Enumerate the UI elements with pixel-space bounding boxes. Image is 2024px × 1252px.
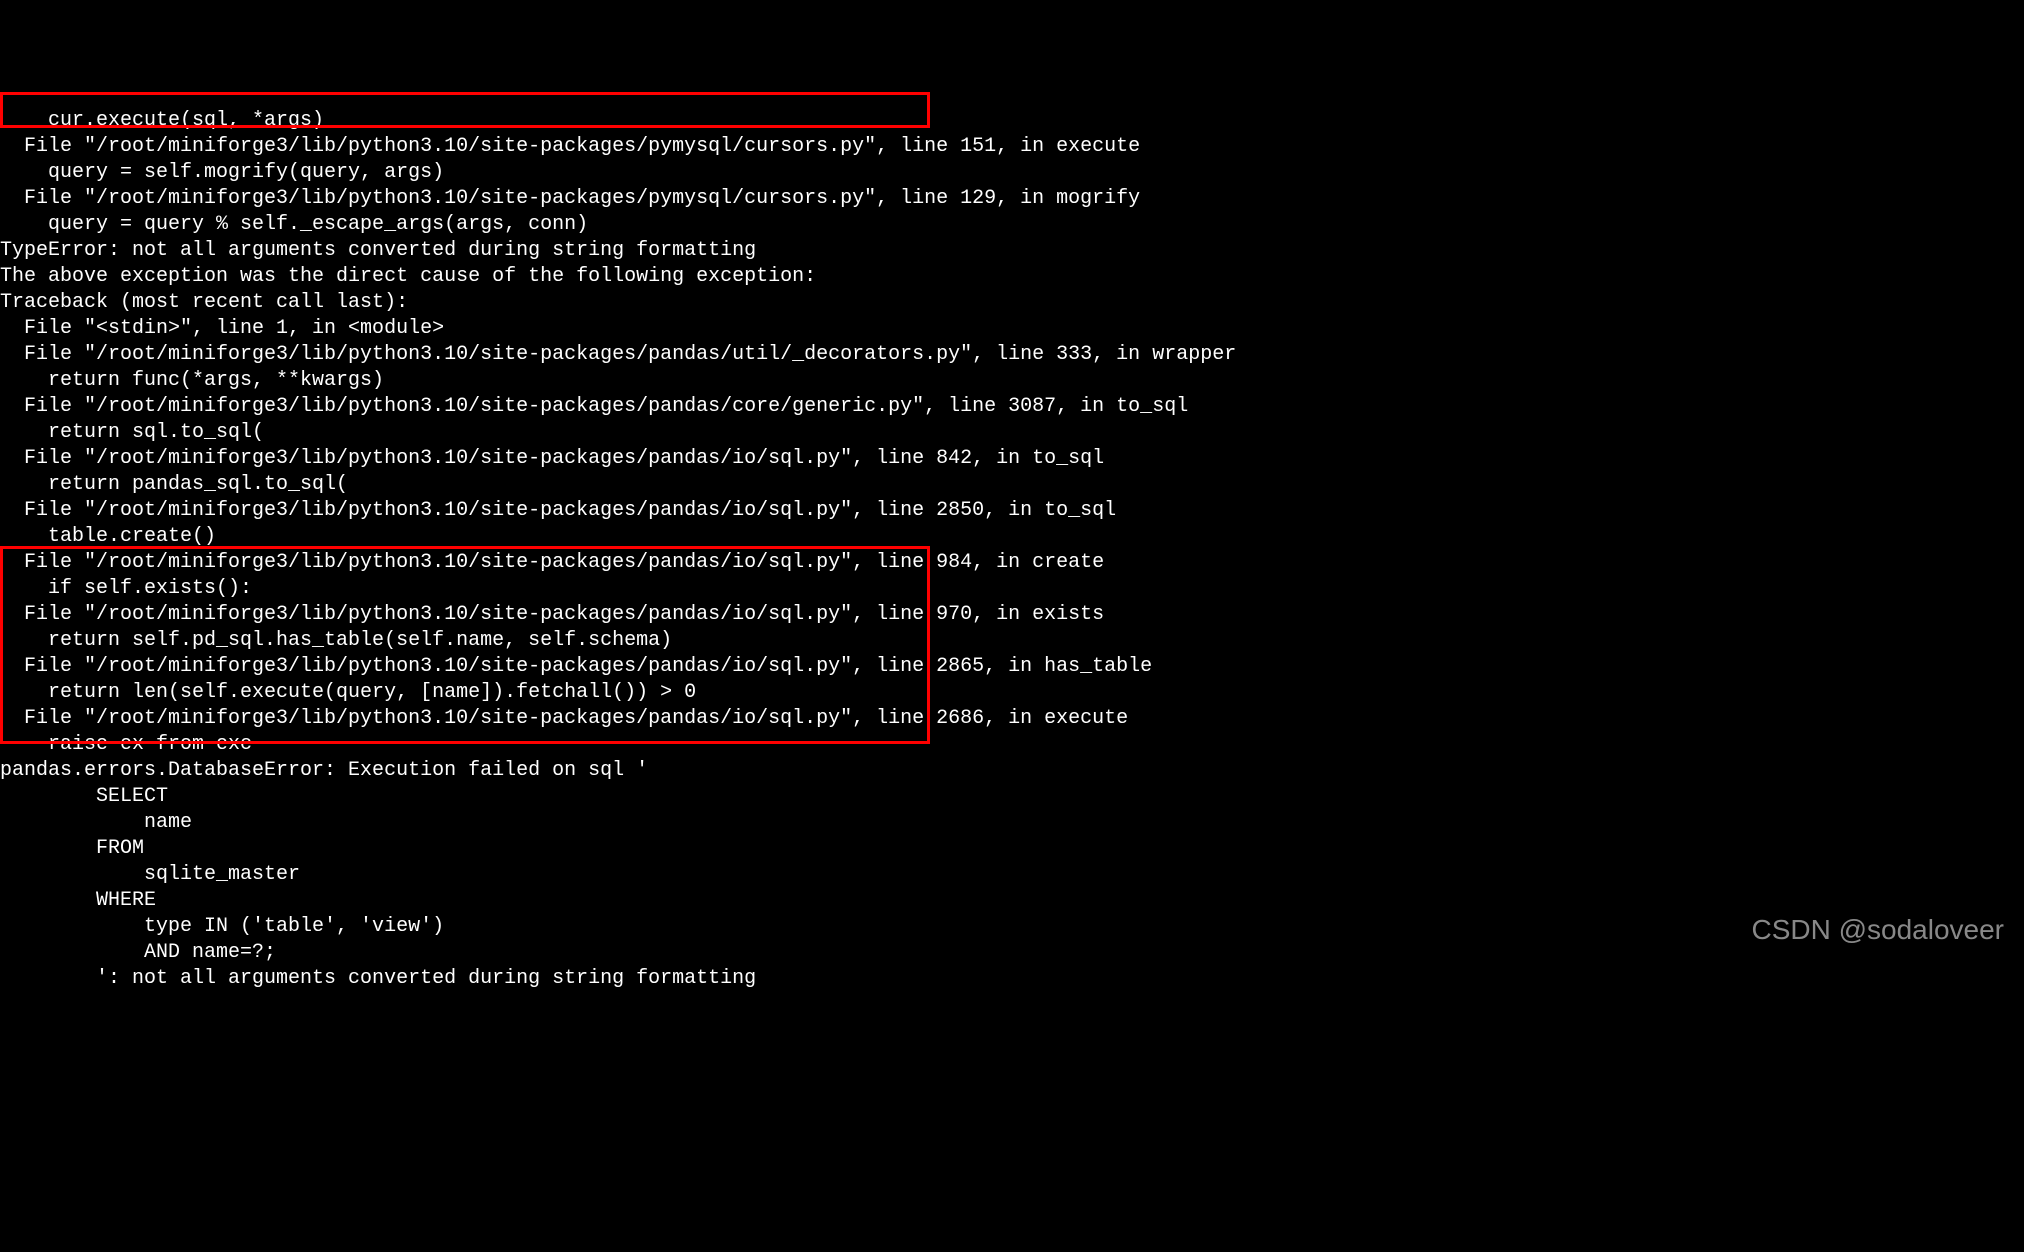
traceback-line: File "/root/miniforge3/lib/python3.10/si… bbox=[0, 602, 2024, 628]
traceback-line: SELECT bbox=[0, 784, 2024, 810]
traceback-line: if self.exists(): bbox=[0, 576, 2024, 602]
traceback-line: raise ex from exc bbox=[0, 732, 2024, 758]
traceback-line: File "/root/miniforge3/lib/python3.10/si… bbox=[0, 550, 2024, 576]
traceback-line: return self.pd_sql.has_table(self.name, … bbox=[0, 628, 2024, 654]
traceback-line: return func(*args, **kwargs) bbox=[0, 368, 2024, 394]
traceback-line-dberror: pandas.errors.DatabaseError: Execution f… bbox=[0, 758, 2024, 784]
traceback-line: The above exception was the direct cause… bbox=[0, 264, 2024, 290]
traceback-line: query = self.mogrify(query, args) bbox=[0, 160, 2024, 186]
traceback-line: return len(self.execute(query, [name]).f… bbox=[0, 680, 2024, 706]
traceback-line: File "/root/miniforge3/lib/python3.10/si… bbox=[0, 394, 2024, 420]
traceback-line: ': not all arguments converted during st… bbox=[0, 966, 2024, 992]
traceback-line: AND name=?; bbox=[0, 940, 2024, 966]
traceback-line: Traceback (most recent call last): bbox=[0, 290, 2024, 316]
traceback-line: return pandas_sql.to_sql( bbox=[0, 472, 2024, 498]
traceback-line: sqlite_master bbox=[0, 862, 2024, 888]
traceback-line: cur.execute(sql, *args) bbox=[0, 108, 2024, 134]
traceback-line: WHERE bbox=[0, 888, 2024, 914]
traceback-line: File "/root/miniforge3/lib/python3.10/si… bbox=[0, 134, 2024, 160]
traceback-line: name bbox=[0, 810, 2024, 836]
traceback-line: return sql.to_sql( bbox=[0, 420, 2024, 446]
traceback-line: File "/root/miniforge3/lib/python3.10/si… bbox=[0, 446, 2024, 472]
traceback-line: type IN ('table', 'view') bbox=[0, 914, 2024, 940]
traceback-line: table.create() bbox=[0, 524, 2024, 550]
traceback-line: File "<stdin>", line 1, in <module> bbox=[0, 316, 2024, 342]
traceback-line: query = query % self._escape_args(args, … bbox=[0, 212, 2024, 238]
traceback-line: File "/root/miniforge3/lib/python3.10/si… bbox=[0, 498, 2024, 524]
watermark-text: CSDN @sodaloveer bbox=[1751, 912, 2004, 948]
terminal-output[interactable]: cur.execute(sql, *args) File "/root/mini… bbox=[0, 108, 2024, 992]
traceback-line: FROM bbox=[0, 836, 2024, 862]
traceback-line: File "/root/miniforge3/lib/python3.10/si… bbox=[0, 654, 2024, 680]
traceback-line: File "/root/miniforge3/lib/python3.10/si… bbox=[0, 706, 2024, 732]
traceback-line: File "/root/miniforge3/lib/python3.10/si… bbox=[0, 342, 2024, 368]
traceback-line: File "/root/miniforge3/lib/python3.10/si… bbox=[0, 186, 2024, 212]
traceback-line-typeerror: TypeError: not all arguments converted d… bbox=[0, 238, 2024, 264]
